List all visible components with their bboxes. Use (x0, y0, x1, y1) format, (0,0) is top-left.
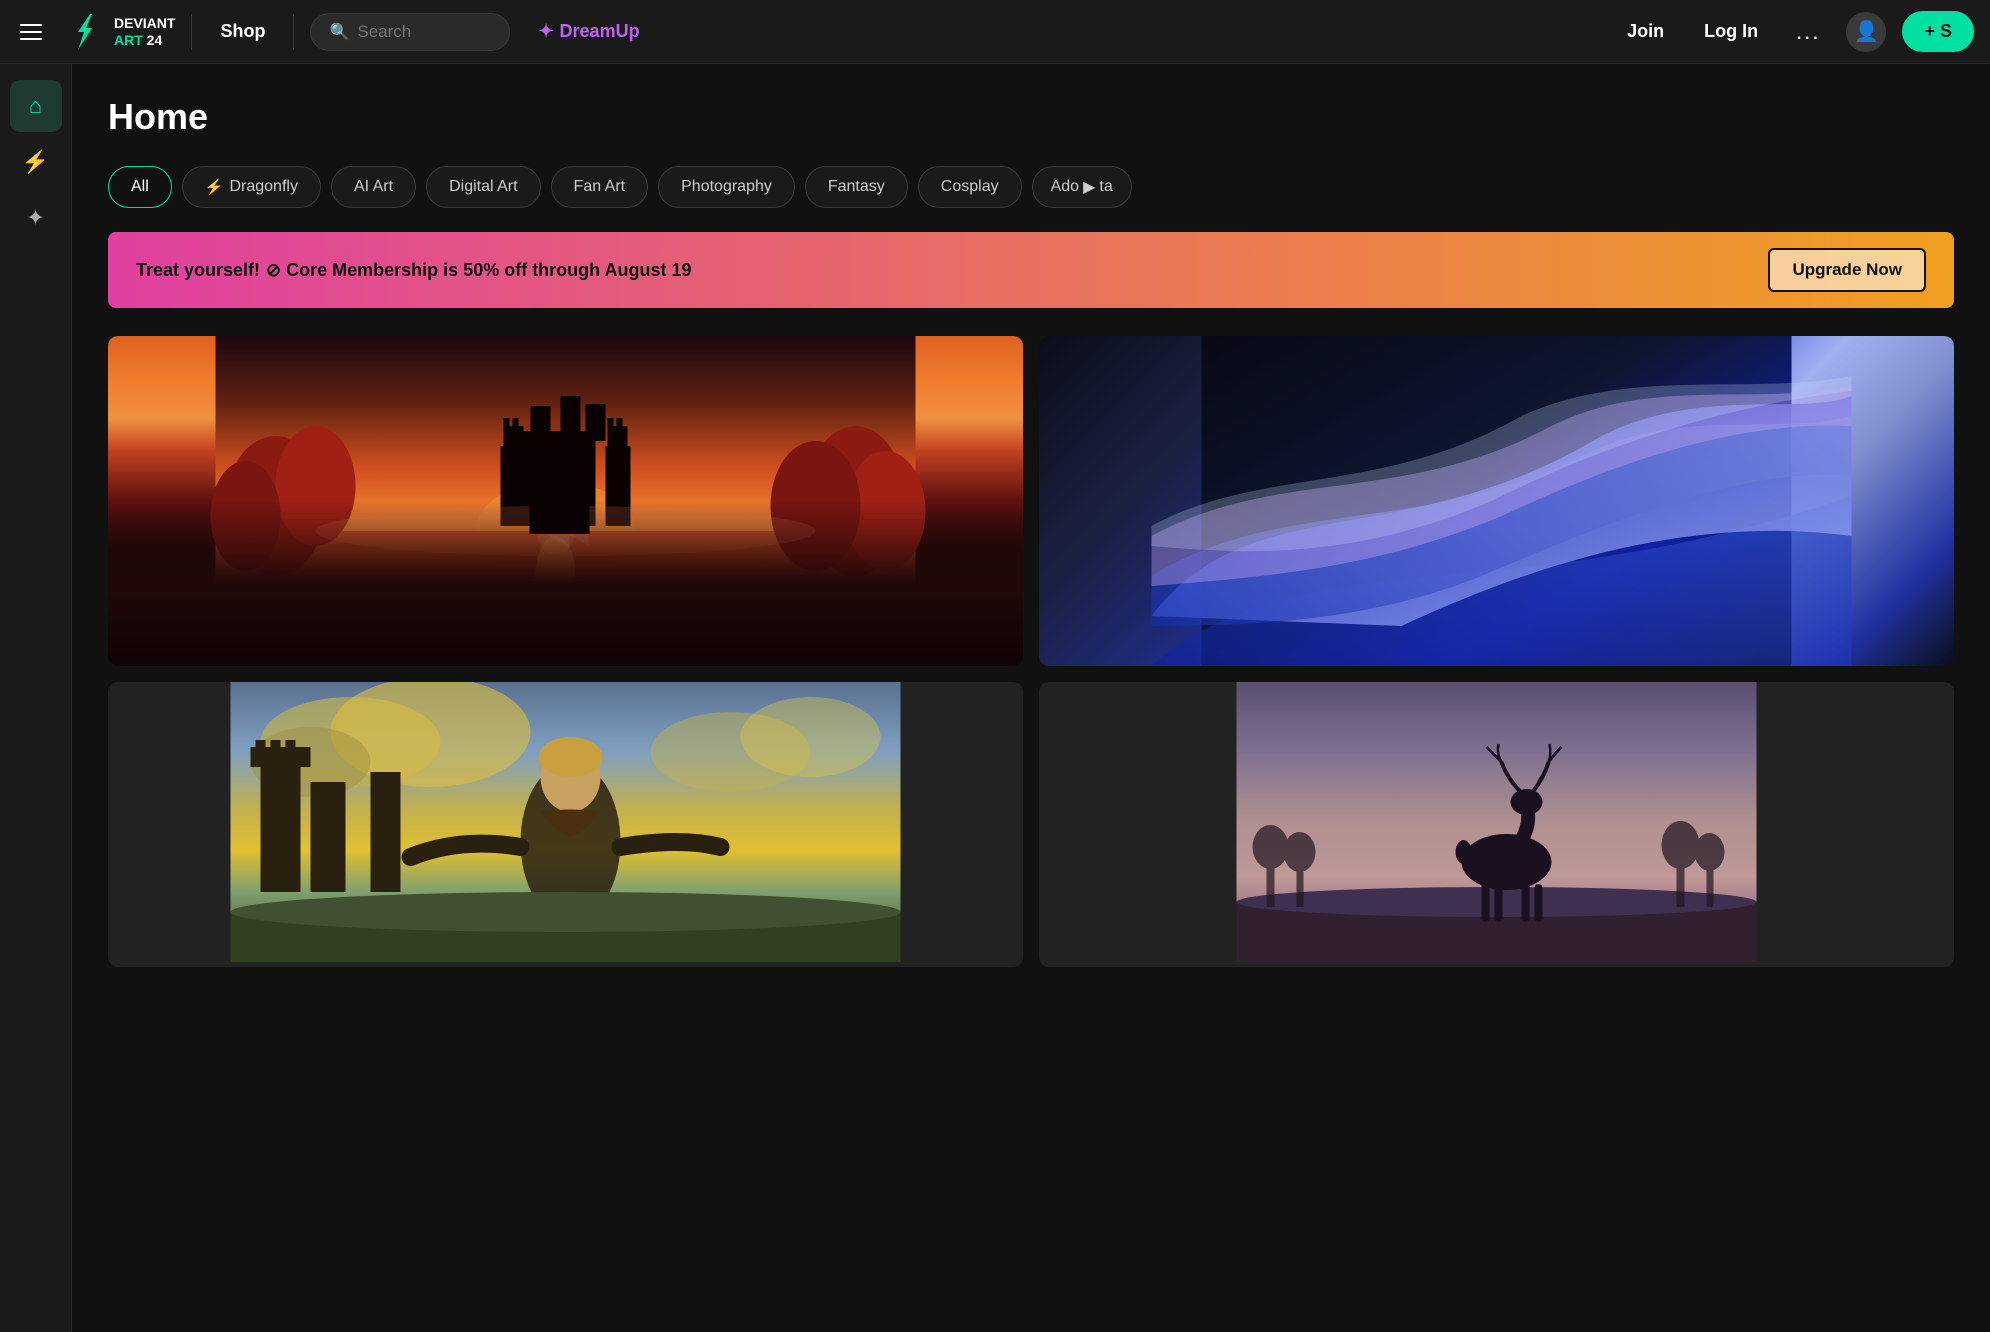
login-button[interactable]: Log In (1692, 13, 1770, 50)
logo-link[interactable]: DEVIANTART 24 (62, 10, 175, 54)
image-card-deer-dusk[interactable] (1039, 682, 1954, 967)
tab-adoptables-label: Ado (1051, 178, 1079, 196)
tab-cosplay[interactable]: Cosplay (918, 166, 1022, 208)
top-navigation: DEVIANTART 24 Shop 🔍 ✦ DreamUp Join Log … (0, 0, 1990, 64)
main-content: Home All ⚡ Dragonfly AI Art Digital Art … (72, 64, 1990, 1332)
home-icon: ⌂ (29, 93, 42, 119)
image-deer-dusk (1039, 682, 1954, 967)
shop-button[interactable]: Shop (208, 13, 277, 50)
hamburger-line (20, 24, 42, 26)
image-svg-3 (108, 682, 1023, 962)
image-card-fantasy-sunset[interactable]: ⌁ (108, 336, 1023, 666)
image-grid: ⌁ (108, 336, 1954, 967)
avatar-button[interactable]: 👤 (1846, 12, 1886, 52)
search-bar[interactable]: 🔍 (310, 13, 510, 51)
sidebar-item-home[interactable]: ⌂ (10, 80, 62, 132)
tab-adoptables-suffix: ta (1099, 178, 1112, 196)
image-svg-2 (1039, 336, 1954, 666)
dreamup-label: DreamUp (560, 21, 640, 42)
join-button[interactable]: Join (1615, 13, 1676, 50)
category-tabs: All ⚡ Dragonfly AI Art Digital Art Fan A… (108, 166, 1954, 208)
tab-photography[interactable]: Photography (658, 166, 795, 208)
image-fantasy-sunset: ⌁ (108, 336, 1023, 666)
avatar-icon: 👤 (1854, 19, 1879, 44)
hamburger-line (20, 31, 42, 33)
promo-banner: Treat yourself! ⊘ Core Membership is 50%… (108, 232, 1954, 308)
tab-fan-art[interactable]: Fan Art (551, 166, 649, 208)
hamburger-line (20, 38, 42, 40)
page-title: Home (108, 96, 1954, 138)
tab-digital-art[interactable]: Digital Art (426, 166, 540, 208)
deviantart-icon: ✦ (26, 205, 44, 231)
tab-adoptables[interactable]: Ado ▶ ta (1032, 166, 1132, 208)
search-icon: 🔍 (329, 22, 349, 42)
sidebar-item-deviantart[interactable]: ✦ (10, 192, 62, 244)
more-options-button[interactable]: ... (1786, 11, 1830, 53)
image-fantasy-character (108, 682, 1023, 967)
logo-text: DEVIANTART 24 (114, 15, 175, 49)
sidebar-item-whats-hot[interactable]: ⚡ (10, 136, 62, 188)
upgrade-now-button[interactable]: Upgrade Now (1768, 248, 1926, 292)
promo-badge: Treat yourself! (136, 260, 260, 281)
image-svg-1: ⌁ (108, 336, 1023, 666)
logo-icon (62, 10, 106, 54)
dragonfly-icon: ⚡ (205, 178, 224, 196)
tab-dragonfly[interactable]: ⚡ Dragonfly (182, 166, 321, 208)
dreamup-star-icon: ✦ (538, 21, 553, 42)
image-svg-4 (1039, 682, 1954, 962)
search-input[interactable] (357, 22, 491, 42)
lightning-icon: ⚡ (22, 149, 49, 175)
promo-text: Treat yourself! ⊘ Core Membership is 50%… (136, 260, 692, 281)
sidebar: ⌂ ⚡ ✦ (0, 64, 72, 1332)
promo-message: ⊘ Core Membership is 50% off through Aug… (266, 260, 691, 281)
image-card-fantasy-character[interactable] (108, 682, 1023, 967)
image-abstract-waves (1039, 336, 1954, 666)
svg-text:⌁: ⌁ (538, 480, 592, 580)
plus-submit-button[interactable]: + S (1902, 11, 1974, 52)
nav-divider (293, 14, 294, 50)
tab-fantasy[interactable]: Fantasy (805, 166, 908, 208)
tab-ai-art[interactable]: AI Art (331, 166, 416, 208)
chevron-right-icon: ▶ (1083, 177, 1095, 197)
tab-all[interactable]: All (108, 166, 172, 208)
image-card-abstract-waves[interactable] (1039, 336, 1954, 666)
nav-divider (191, 14, 192, 50)
page-layout: ⌂ ⚡ ✦ Home All ⚡ Dragonfly AI Art Digita… (0, 64, 1990, 1332)
hamburger-menu-button[interactable] (16, 20, 46, 44)
dreamup-button[interactable]: ✦ DreamUp (526, 13, 651, 50)
